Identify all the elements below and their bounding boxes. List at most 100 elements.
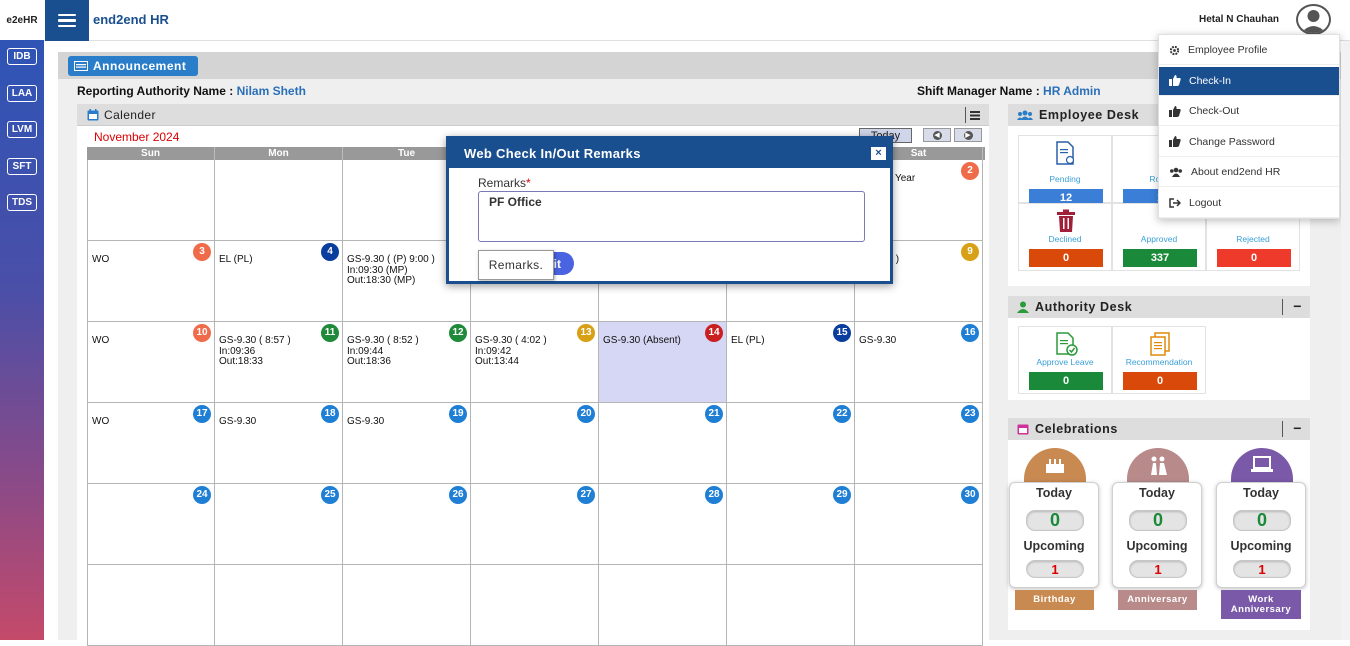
document-icon <box>1056 141 1075 165</box>
calendar-day-cell[interactable]: GS-9.30 ( 8:57 ) In:09:36 Out:18:33 11 <box>215 322 343 403</box>
menu-item-change-password[interactable]: Change Password <box>1159 128 1339 157</box>
calendar-day-cell[interactable]: EL (PL) 15 <box>727 322 855 403</box>
calendar-day-cell[interactable] <box>471 565 599 646</box>
sidebar-item-sft[interactable]: SFT <box>7 158 37 175</box>
tile-rejected-value: 0 <box>1217 249 1291 267</box>
menu-item-label: Check-Out <box>1189 105 1240 117</box>
user-name[interactable]: Hetal N Chauhan <box>1199 14 1279 25</box>
celebrations-header: Celebrations − <box>1008 418 1310 440</box>
sidebar-item-laa[interactable]: LAA <box>7 85 37 102</box>
tile-recommendation[interactable]: Recommendation 0 <box>1112 326 1206 394</box>
menu-item-label: Change Password <box>1189 135 1275 148</box>
calendar-day-cell[interactable] <box>343 565 471 646</box>
calendar-day-cell[interactable]: GS-9.30 ( 4:02 ) In:09:42 Out:13:44 13 <box>471 322 599 403</box>
calendar-day-cell[interactable]: GS-9.30 19 <box>343 403 471 484</box>
tile-declined-label: Declined <box>1048 234 1082 244</box>
day-entry-text: GS-9.30 <box>347 416 385 427</box>
celebrations-collapse-button[interactable]: − <box>1282 421 1302 437</box>
calendar-day-cell[interactable]: 26 <box>343 484 471 565</box>
calendar-day-cell[interactable]: 24 <box>87 484 215 565</box>
reporting-authority-value: Nilam Sheth <box>236 84 306 98</box>
calendar-icon <box>1017 424 1029 435</box>
day-entry-text: WO <box>92 254 110 265</box>
calendar-day-cell[interactable]: 23 <box>855 403 983 484</box>
calendar-day-cell[interactable]: 27 <box>471 484 599 565</box>
day-number-badge: 9 <box>961 243 979 261</box>
approve-document-icon <box>1056 332 1078 356</box>
day-number-badge: 28 <box>705 486 723 504</box>
calendar-day-cell[interactable]: GS-9.30 ( 8:52 ) In:09:44 Out:18:36 12 <box>343 322 471 403</box>
celebration-card[interactable]: Today 0 Upcoming 1 <box>1009 482 1099 588</box>
menu-item-label: Check-In <box>1189 74 1232 87</box>
celebration-type-label: Anniversary <box>1118 590 1197 610</box>
tile-approved-value: 337 <box>1123 249 1197 267</box>
day-entry-text: GS-9.30 <box>859 335 897 346</box>
calendar-day-cell[interactable]: 21 <box>599 403 727 484</box>
calendar-day-cell[interactable] <box>855 565 983 646</box>
tile-pending-label: Pending <box>1049 174 1081 184</box>
tile-approve-leave-label: Approve Leave <box>1036 357 1094 367</box>
calendar-day-cell[interactable] <box>87 160 215 241</box>
menu-item-employee-profile[interactable]: Employee Profile <box>1159 36 1339 65</box>
users-icon <box>1017 110 1033 120</box>
announcement-label: Announcement <box>93 59 187 73</box>
remarks-input[interactable]: PF Office <box>478 191 865 242</box>
authority-desk-collapse-button[interactable]: − <box>1282 299 1302 315</box>
celebration-type-label: Work Anniversary <box>1221 590 1301 619</box>
users-icon <box>1169 167 1183 177</box>
celebration-type-label: Birthday <box>1015 590 1094 610</box>
close-icon[interactable]: × <box>871 147 886 160</box>
celebration-card[interactable]: Today 0 Upcoming 1 <box>1112 482 1202 588</box>
calendar-day-cell[interactable]: 30 <box>855 484 983 565</box>
calendar-day-cell[interactable]: 22 <box>727 403 855 484</box>
calendar-icon <box>87 109 99 121</box>
calendar-day-cell[interactable] <box>215 565 343 646</box>
hamburger-menu-button[interactable] <box>45 0 89 41</box>
prev-month-button[interactable]: ◀ <box>923 128 951 142</box>
user-avatar-icon[interactable] <box>1296 4 1331 35</box>
calendar-day-cell[interactable]: GS-9.30 18 <box>215 403 343 484</box>
announcement-button[interactable]: Announcement <box>68 56 198 76</box>
calendar-day-cell[interactable]: 29 <box>727 484 855 565</box>
calendar-day-cell[interactable] <box>599 565 727 646</box>
day-number-badge: 12 <box>449 324 467 342</box>
calendar-day-cell[interactable]: GS-9.30 16 <box>855 322 983 403</box>
user-icon <box>1017 301 1029 313</box>
calendar-day-cell[interactable]: GS-9.30 (Absent) 14 <box>599 322 727 403</box>
calendar-day-cell[interactable]: WO 3 <box>87 241 215 322</box>
calendar-day-cell[interactable] <box>727 565 855 646</box>
celebrations-title: Celebrations <box>1035 422 1118 436</box>
tile-declined[interactable]: Declined 0 <box>1018 203 1112 271</box>
clipboard-icon <box>1150 332 1170 356</box>
calendar-day-cell[interactable]: EL (PL) 4 <box>215 241 343 322</box>
calendar-day-cell[interactable] <box>215 160 343 241</box>
sidebar-item-tds[interactable]: TDS <box>7 194 37 211</box>
tile-approve-leave[interactable]: Approve Leave 0 <box>1018 326 1112 394</box>
calendar-week <box>87 565 985 646</box>
menu-item-check-in[interactable]: Check-In <box>1159 66 1339 96</box>
employee-desk-title: Employee Desk <box>1039 108 1140 122</box>
celebration-card[interactable]: Today 0 Upcoming 1 <box>1216 482 1306 588</box>
sidebar-item-lvm[interactable]: LVM <box>7 121 37 138</box>
calendar-day-cell[interactable]: 25 <box>215 484 343 565</box>
scrollbar[interactable] <box>1341 41 1350 640</box>
authority-desk-header: Authority Desk − <box>1008 296 1310 318</box>
calendar-list-icon[interactable] <box>965 107 983 123</box>
gear-icon <box>1169 45 1180 56</box>
calendar-day-cell[interactable]: 20 <box>471 403 599 484</box>
sidebar-item-idb[interactable]: IDB <box>7 48 37 65</box>
day-of-week-mon: Mon <box>215 147 343 160</box>
calendar-day-cell[interactable]: WO 10 <box>87 322 215 403</box>
calendar-day-cell[interactable]: WO 17 <box>87 403 215 484</box>
menu-item-logout[interactable]: Logout <box>1159 189 1339 218</box>
celebrations-body: Today 0 Upcoming 1 Birthday Today 0 Upcoming 1 An… <box>1008 440 1310 630</box>
next-month-button[interactable]: ▶ <box>954 128 982 142</box>
calendar-day-cell[interactable] <box>87 565 215 646</box>
day-number-badge: 10 <box>193 324 211 342</box>
tile-pending[interactable]: Pending 12 <box>1018 135 1112 207</box>
announcement-bar <box>58 52 1341 79</box>
calendar-day-cell[interactable]: 28 <box>599 484 727 565</box>
menu-item-check-out[interactable]: Check-Out <box>1159 97 1339 126</box>
menu-item-about-end2end-hr[interactable]: About end2end HR <box>1159 158 1339 187</box>
calendar-week: WO 17 GS-9.30 18 GS-9.30 19 20 21 22 23 <box>87 403 985 484</box>
